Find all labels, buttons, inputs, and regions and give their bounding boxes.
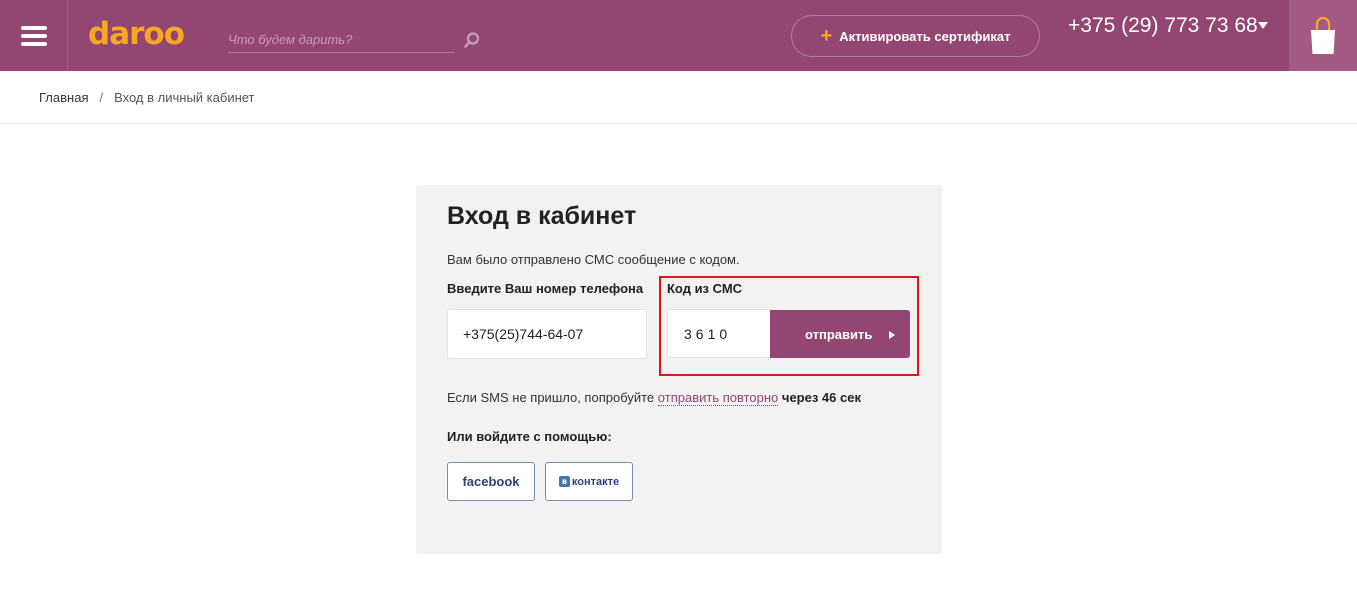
search-box (228, 26, 454, 53)
caret-down-icon[interactable] (1258, 22, 1268, 29)
resend-timer: через 46 сек (781, 390, 861, 405)
shopping-bag-icon (1311, 16, 1335, 54)
divider (0, 123, 1357, 124)
phone-field[interactable] (447, 309, 647, 359)
resend-prefix: Если SMS не пришло, попробуйте (447, 390, 655, 405)
activate-certificate-label: Активировать сертификат (839, 28, 1011, 44)
cart-button[interactable] (1289, 0, 1357, 71)
phone-label: Введите Ваш номер телефона (447, 281, 644, 296)
site-header: daroo + Активировать сертификат +375 (29… (0, 0, 1357, 71)
search-input[interactable] (228, 26, 454, 52)
resend-link[interactable]: отправить повторно (657, 390, 779, 406)
site-logo[interactable]: daroo (88, 14, 185, 54)
activate-certificate-button[interactable]: + Активировать сертификат (791, 15, 1040, 57)
plus-icon: + (820, 25, 833, 47)
page-title: Вход в кабинет (447, 202, 637, 230)
breadcrumb-home[interactable]: Главная (39, 90, 88, 105)
sms-sent-note: Вам было отправлено СМС сообщение с кодо… (447, 252, 740, 267)
menu-icon (20, 25, 47, 46)
search-icon[interactable] (463, 31, 481, 49)
vk-icon: в (558, 476, 570, 487)
menu-button[interactable] (0, 0, 68, 71)
facebook-label: facebook (462, 474, 520, 489)
facebook-login-button[interactable]: facebook (447, 462, 535, 501)
social-login-label: Или войдите с помощью: (447, 429, 612, 444)
breadcrumb-separator: / (99, 90, 104, 105)
highlight-box (659, 276, 919, 376)
resend-note: Если SMS не пришло, попробуйте отправить… (447, 390, 861, 406)
vk-login-button[interactable]: в контакте (545, 462, 633, 501)
header-phone[interactable]: +375 (29) 773 73 68 (1068, 14, 1258, 38)
breadcrumb: Главная / Вход в личный кабинет (39, 90, 255, 105)
vk-label: контакте (571, 475, 620, 488)
breadcrumb-current: Вход в личный кабинет (114, 90, 255, 105)
